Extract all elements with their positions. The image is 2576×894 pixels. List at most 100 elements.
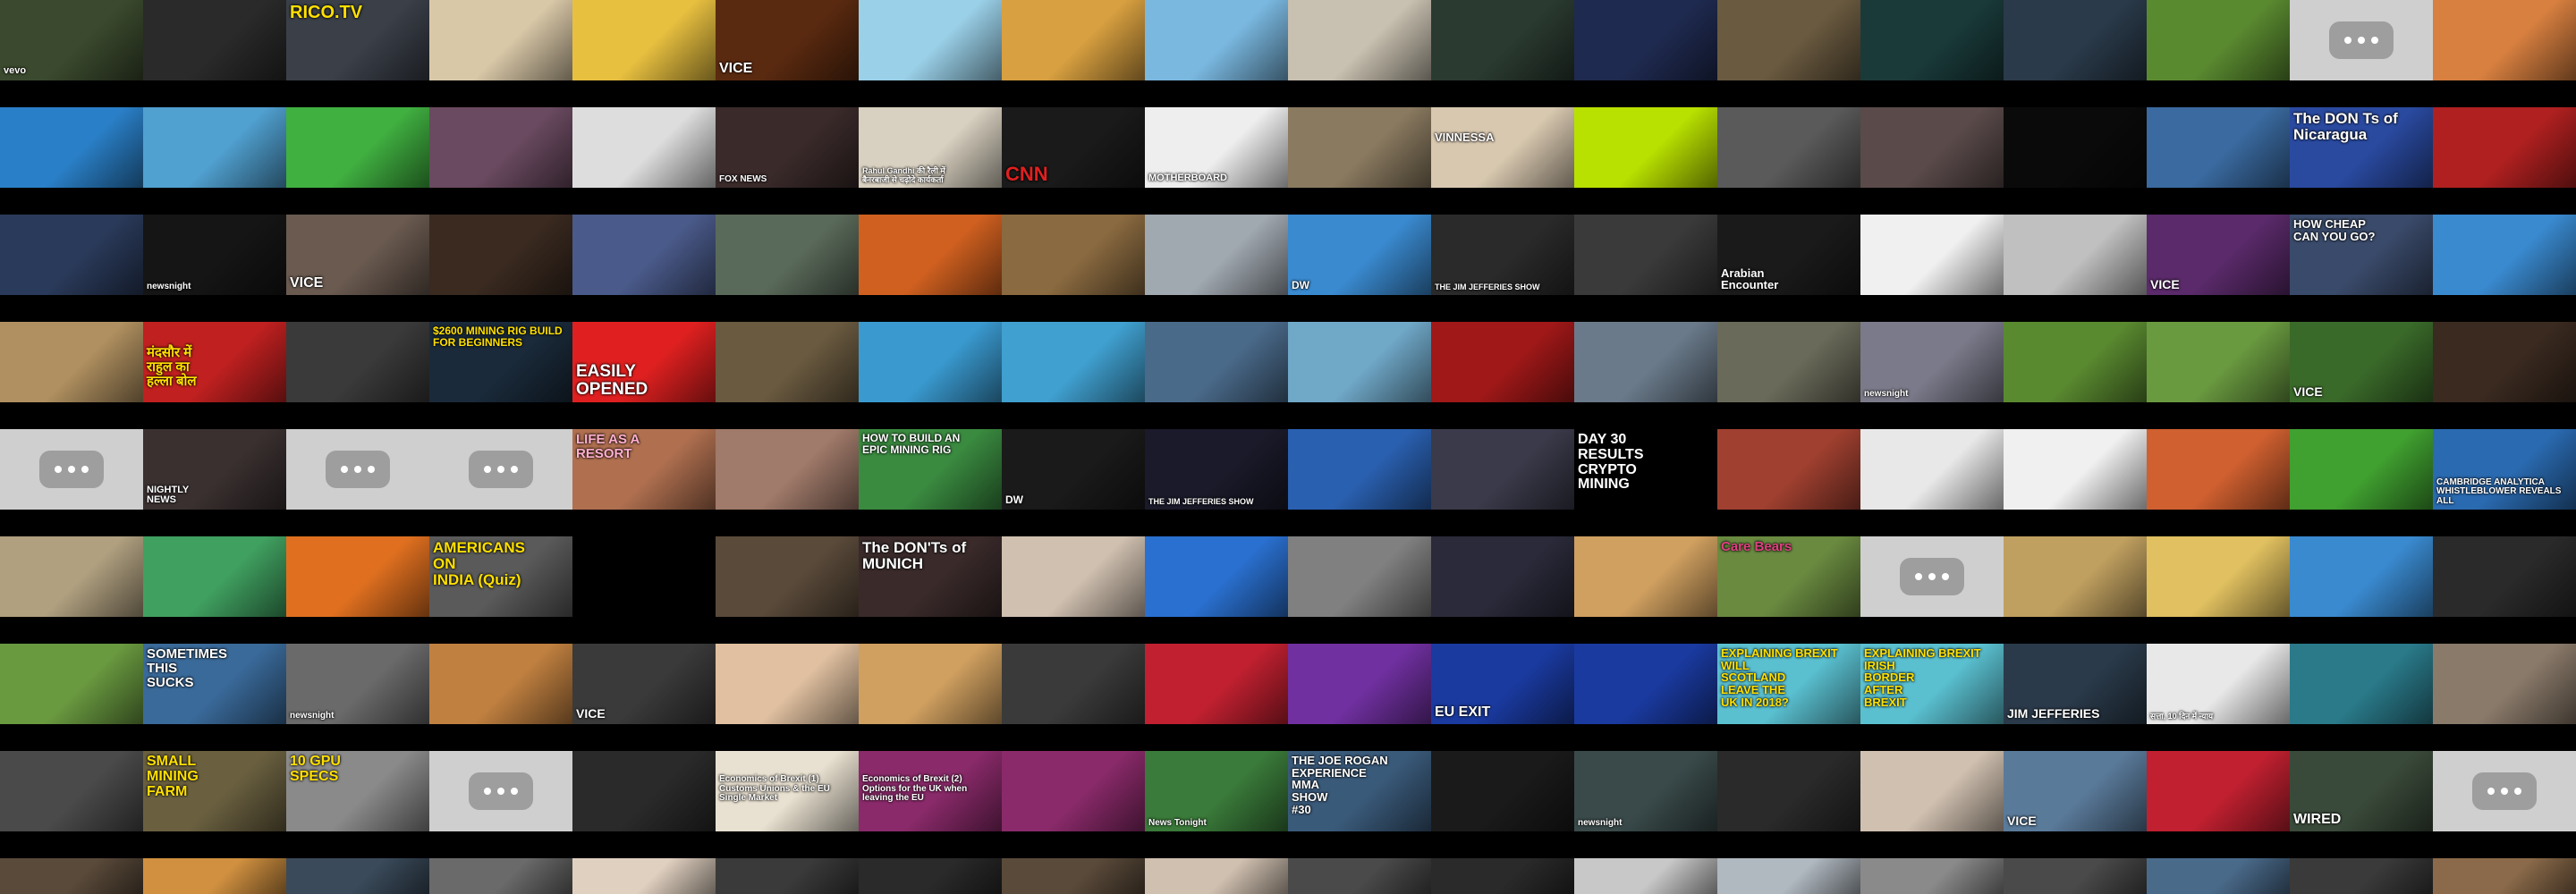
video-thumbnail[interactable] bbox=[859, 858, 1002, 894]
video-thumbnail[interactable] bbox=[2147, 536, 2290, 617]
video-thumbnail[interactable] bbox=[1145, 0, 1288, 80]
video-thumbnail[interactable] bbox=[0, 751, 143, 831]
video-thumbnail[interactable] bbox=[1288, 0, 1431, 80]
video-thumbnail[interactable] bbox=[1288, 322, 1431, 402]
video-thumbnail[interactable] bbox=[1431, 0, 1574, 80]
video-thumbnail[interactable]: Arabian Encounter bbox=[1717, 215, 1860, 295]
video-thumbnail[interactable] bbox=[1431, 429, 1574, 510]
video-thumbnail[interactable] bbox=[286, 858, 429, 894]
video-thumbnail[interactable] bbox=[716, 322, 859, 402]
video-thumbnail[interactable]: MOTHERBOARD bbox=[1145, 107, 1288, 188]
video-thumbnail[interactable]: EU EXIT bbox=[1431, 644, 1574, 724]
video-thumbnail[interactable] bbox=[0, 644, 143, 724]
video-thumbnail[interactable]: CNN bbox=[1002, 107, 1145, 188]
video-thumbnail[interactable] bbox=[1288, 536, 1431, 617]
video-thumbnail[interactable] bbox=[1431, 536, 1574, 617]
video-thumbnail[interactable]: सत्ता, 10 दिन में न्याय bbox=[2147, 644, 2290, 724]
video-thumbnail[interactable] bbox=[1002, 215, 1145, 295]
video-thumbnail[interactable] bbox=[286, 536, 429, 617]
video-thumbnail[interactable] bbox=[2433, 107, 2576, 188]
video-thumbnail[interactable] bbox=[2433, 858, 2576, 894]
video-thumbnail[interactable] bbox=[0, 215, 143, 295]
video-thumbnail[interactable] bbox=[2433, 215, 2576, 295]
placeholder-thumbnail[interactable] bbox=[429, 429, 572, 510]
video-thumbnail[interactable]: VINNESSA bbox=[1431, 107, 1574, 188]
video-thumbnail[interactable] bbox=[143, 536, 286, 617]
video-thumbnail[interactable] bbox=[2290, 429, 2433, 510]
video-thumbnail[interactable]: AMERICANS ON INDIA (Quiz) bbox=[429, 536, 572, 617]
video-thumbnail[interactable] bbox=[1717, 751, 1860, 831]
video-thumbnail[interactable] bbox=[1431, 322, 1574, 402]
video-thumbnail[interactable]: VICE bbox=[286, 215, 429, 295]
video-thumbnail[interactable] bbox=[2147, 858, 2290, 894]
video-thumbnail[interactable] bbox=[1002, 751, 1145, 831]
video-thumbnail[interactable] bbox=[0, 536, 143, 617]
video-thumbnail[interactable]: Rahul Gandhi की रैली में बैनरबाजी से चढ़… bbox=[859, 107, 1002, 188]
video-thumbnail[interactable] bbox=[2433, 536, 2576, 617]
video-thumbnail[interactable] bbox=[2147, 107, 2290, 188]
video-thumbnail[interactable] bbox=[572, 536, 716, 617]
video-thumbnail[interactable] bbox=[1860, 0, 2004, 80]
video-thumbnail[interactable]: NIGHTLY NEWS bbox=[143, 429, 286, 510]
video-thumbnail[interactable] bbox=[429, 644, 572, 724]
video-thumbnail[interactable] bbox=[716, 215, 859, 295]
placeholder-thumbnail[interactable] bbox=[2433, 751, 2576, 831]
video-thumbnail[interactable] bbox=[1574, 858, 1717, 894]
video-thumbnail[interactable] bbox=[1717, 322, 1860, 402]
video-thumbnail[interactable] bbox=[1574, 644, 1717, 724]
video-thumbnail[interactable]: VICE bbox=[572, 644, 716, 724]
video-thumbnail[interactable] bbox=[1288, 858, 1431, 894]
video-thumbnail[interactable] bbox=[1574, 536, 1717, 617]
video-thumbnail[interactable]: News Tonight bbox=[1145, 751, 1288, 831]
video-thumbnail[interactable]: newsnight bbox=[143, 215, 286, 295]
video-thumbnail[interactable]: THE JIM JEFFERIES SHOW bbox=[1431, 215, 1574, 295]
video-thumbnail[interactable] bbox=[572, 751, 716, 831]
video-thumbnail[interactable]: VICE bbox=[2290, 322, 2433, 402]
video-thumbnail[interactable] bbox=[1145, 322, 1288, 402]
video-thumbnail[interactable] bbox=[429, 0, 572, 80]
video-thumbnail[interactable] bbox=[286, 322, 429, 402]
video-thumbnail[interactable] bbox=[1145, 858, 1288, 894]
video-thumbnail[interactable] bbox=[2290, 858, 2433, 894]
video-thumbnail[interactable] bbox=[1145, 644, 1288, 724]
video-thumbnail[interactable] bbox=[2004, 107, 2147, 188]
video-thumbnail[interactable] bbox=[859, 322, 1002, 402]
video-thumbnail[interactable]: THE JIM JEFFERIES SHOW bbox=[1145, 429, 1288, 510]
video-thumbnail[interactable] bbox=[2433, 322, 2576, 402]
video-thumbnail[interactable] bbox=[0, 322, 143, 402]
video-thumbnail[interactable]: vevo bbox=[0, 0, 143, 80]
video-thumbnail[interactable] bbox=[143, 0, 286, 80]
video-thumbnail[interactable]: THE JOE ROGAN EXPERIENCE MMA SHOW #30 bbox=[1288, 751, 1431, 831]
video-thumbnail[interactable] bbox=[1002, 322, 1145, 402]
video-thumbnail[interactable]: newsnight bbox=[1860, 322, 2004, 402]
video-thumbnail[interactable]: DAY 30 RESULTS CRYPTO MINING bbox=[1574, 429, 1717, 510]
video-thumbnail[interactable]: DW bbox=[1002, 429, 1145, 510]
video-thumbnail[interactable] bbox=[716, 644, 859, 724]
video-thumbnail[interactable] bbox=[2147, 751, 2290, 831]
video-thumbnail[interactable] bbox=[2004, 858, 2147, 894]
video-thumbnail[interactable] bbox=[0, 107, 143, 188]
video-thumbnail[interactable] bbox=[2433, 0, 2576, 80]
video-thumbnail[interactable] bbox=[429, 215, 572, 295]
video-thumbnail[interactable] bbox=[2004, 215, 2147, 295]
video-thumbnail[interactable] bbox=[716, 858, 859, 894]
video-thumbnail[interactable] bbox=[2147, 0, 2290, 80]
video-thumbnail[interactable] bbox=[1860, 858, 2004, 894]
video-thumbnail[interactable]: newsnight bbox=[1574, 751, 1717, 831]
video-thumbnail[interactable]: $2600 MINING RIG BUILD FOR BEGINNERS bbox=[429, 322, 572, 402]
video-thumbnail[interactable]: CAMBRIDGE ANALYTICA WHISTLEBLOWER REVEAL… bbox=[2433, 429, 2576, 510]
video-thumbnail[interactable] bbox=[859, 644, 1002, 724]
video-thumbnail[interactable]: Economics of Brexit (2) Options for the … bbox=[859, 751, 1002, 831]
video-thumbnail[interactable]: The DON Ts of Nicaragua bbox=[2290, 107, 2433, 188]
video-thumbnail[interactable] bbox=[716, 429, 859, 510]
video-thumbnail[interactable]: EXPLAINING BREXIT IRISH BORDER AFTER BRE… bbox=[1860, 644, 2004, 724]
video-thumbnail[interactable] bbox=[1431, 751, 1574, 831]
video-thumbnail[interactable]: The DON'Ts of MUNICH bbox=[859, 536, 1002, 617]
video-thumbnail[interactable] bbox=[2433, 644, 2576, 724]
video-thumbnail[interactable] bbox=[429, 858, 572, 894]
video-thumbnail[interactable]: HOW TO BUILD AN EPIC MINING RIG bbox=[859, 429, 1002, 510]
video-thumbnail[interactable] bbox=[1002, 0, 1145, 80]
video-thumbnail[interactable] bbox=[286, 107, 429, 188]
video-thumbnail[interactable] bbox=[2004, 429, 2147, 510]
video-thumbnail[interactable] bbox=[1431, 858, 1574, 894]
